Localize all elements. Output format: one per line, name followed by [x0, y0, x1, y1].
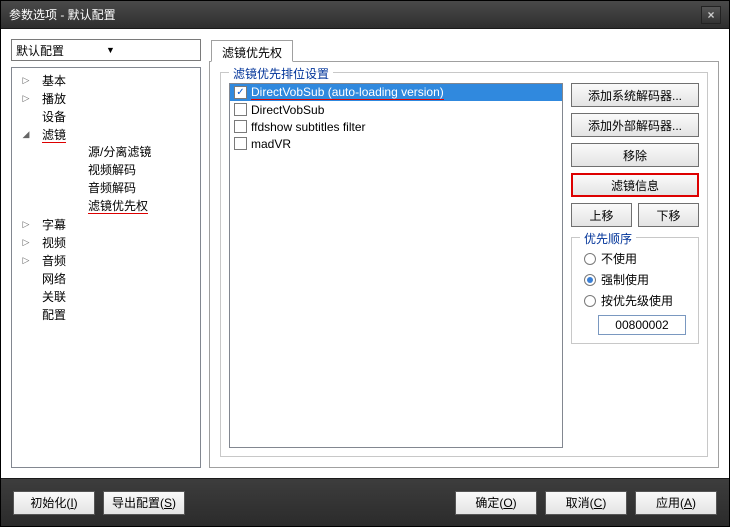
- initialize-button[interactable]: 初始化(I): [13, 491, 95, 515]
- move-down-button[interactable]: 下移: [638, 203, 699, 227]
- rank-legend: 滤镜优先排位设置: [229, 65, 333, 82]
- tree-item-video[interactable]: ▷ 视频: [14, 234, 198, 252]
- priority-value-input[interactable]: 00800002: [598, 315, 686, 335]
- filter-info-button[interactable]: 滤镜信息: [571, 173, 699, 197]
- expand-icon[interactable]: ▷: [20, 74, 32, 86]
- export-config-button[interactable]: 导出配置(S): [103, 491, 185, 515]
- tree-item-subtitle[interactable]: ▷ 字幕: [14, 216, 198, 234]
- move-up-button[interactable]: 上移: [571, 203, 632, 227]
- filter-item-label: ffdshow subtitles filter: [251, 120, 366, 134]
- profile-combobox-value: 默认配置: [16, 42, 103, 59]
- main-area: 默认配置 ▼ ▷ 基本 ▷ 播放: [1, 29, 729, 478]
- tree-item-network[interactable]: 网络: [14, 270, 198, 288]
- radio-icon: [584, 274, 596, 286]
- tab-strip: 滤镜优先权: [209, 39, 719, 62]
- nav-tree: ▷ 基本 ▷ 播放 设备 ◢ 滤镜: [11, 67, 201, 468]
- add-external-decoder-button[interactable]: 添加外部解码器...: [571, 113, 699, 137]
- checkbox-icon[interactable]: [234, 86, 247, 99]
- chevron-down-icon: ▼: [103, 45, 196, 55]
- filter-listbox[interactable]: DirectVobSub (auto-loading version) Direc…: [229, 83, 563, 448]
- expand-icon[interactable]: ▷: [20, 92, 32, 104]
- filter-item-label: madVR: [251, 137, 291, 151]
- radio-icon: [584, 295, 596, 307]
- right-column: 滤镜优先权 滤镜优先排位设置 DirectVobSub (auto-loadin…: [209, 39, 719, 468]
- tree-item-filter-priority[interactable]: 滤镜优先权: [42, 197, 198, 215]
- footer-bar: 初始化(I) 导出配置(S) 确定(O) 取消(C) 应用(A): [1, 478, 729, 526]
- tree-item-basic[interactable]: ▷ 基本: [14, 72, 198, 90]
- checkbox-icon[interactable]: [234, 103, 247, 116]
- remove-button[interactable]: 移除: [571, 143, 699, 167]
- button-column: 添加系统解码器... 添加外部解码器... 移除 滤镜信息: [571, 83, 699, 448]
- tree-item-filter[interactable]: ◢ 滤镜 源/分离滤镜 视频解码: [14, 126, 198, 216]
- profile-combobox[interactable]: 默认配置 ▼: [11, 39, 201, 61]
- expand-icon[interactable]: ▷: [20, 254, 32, 266]
- close-icon: ×: [707, 8, 714, 22]
- filter-item-label: DirectVobSub: [251, 103, 324, 117]
- expand-icon[interactable]: ▷: [20, 236, 32, 248]
- priority-fieldset: 优先顺序 不使用 强制使用: [571, 237, 699, 344]
- apply-button[interactable]: 应用(A): [635, 491, 717, 515]
- checkbox-icon[interactable]: [234, 137, 247, 150]
- filter-list-item[interactable]: ffdshow subtitles filter: [230, 118, 562, 135]
- tree-item-association[interactable]: 关联: [14, 288, 198, 306]
- expand-icon[interactable]: ▷: [20, 218, 32, 230]
- radio-by-priority[interactable]: 按优先级使用: [580, 290, 690, 311]
- radio-dont-use[interactable]: 不使用: [580, 248, 690, 269]
- window-title: 参数选项 - 默认配置: [9, 6, 701, 23]
- priority-legend: 优先顺序: [580, 230, 636, 247]
- left-column: 默认配置 ▼ ▷ 基本 ▷ 播放: [11, 39, 201, 468]
- tree-item-audio-decode[interactable]: 音频解码: [42, 179, 198, 197]
- cancel-button[interactable]: 取消(C): [545, 491, 627, 515]
- filter-list-col: DirectVobSub (auto-loading version) Direc…: [229, 83, 563, 448]
- tab-body: 滤镜优先排位设置 DirectVobSub (auto-loading vers…: [209, 62, 719, 468]
- close-button[interactable]: ×: [701, 6, 721, 24]
- filter-list-item[interactable]: DirectVobSub (auto-loading version): [230, 84, 562, 101]
- tree-item-config[interactable]: 配置: [14, 306, 198, 324]
- tree-item-playback[interactable]: ▷ 播放: [14, 90, 198, 108]
- tree-item-source-splitter[interactable]: 源/分离滤镜: [42, 143, 198, 161]
- radio-force-use[interactable]: 强制使用: [580, 269, 690, 290]
- radio-icon: [584, 253, 596, 265]
- ok-button[interactable]: 确定(O): [455, 491, 537, 515]
- add-system-decoder-button[interactable]: 添加系统解码器...: [571, 83, 699, 107]
- tree-item-video-decode[interactable]: 视频解码: [42, 161, 198, 179]
- tree-item-audio[interactable]: ▷ 音频: [14, 252, 198, 270]
- filter-list-item[interactable]: DirectVobSub: [230, 101, 562, 118]
- titlebar: 参数选项 - 默认配置 ×: [1, 1, 729, 29]
- filter-list-item[interactable]: madVR: [230, 135, 562, 152]
- rank-fieldset: 滤镜优先排位设置 DirectVobSub (auto-loading vers…: [220, 72, 708, 457]
- checkbox-icon[interactable]: [234, 120, 247, 133]
- filter-item-label: DirectVobSub (auto-loading version): [251, 85, 444, 100]
- collapse-icon[interactable]: ◢: [20, 128, 32, 140]
- tree-item-device[interactable]: 设备: [14, 108, 198, 126]
- tab-filter-priority[interactable]: 滤镜优先权: [211, 40, 293, 62]
